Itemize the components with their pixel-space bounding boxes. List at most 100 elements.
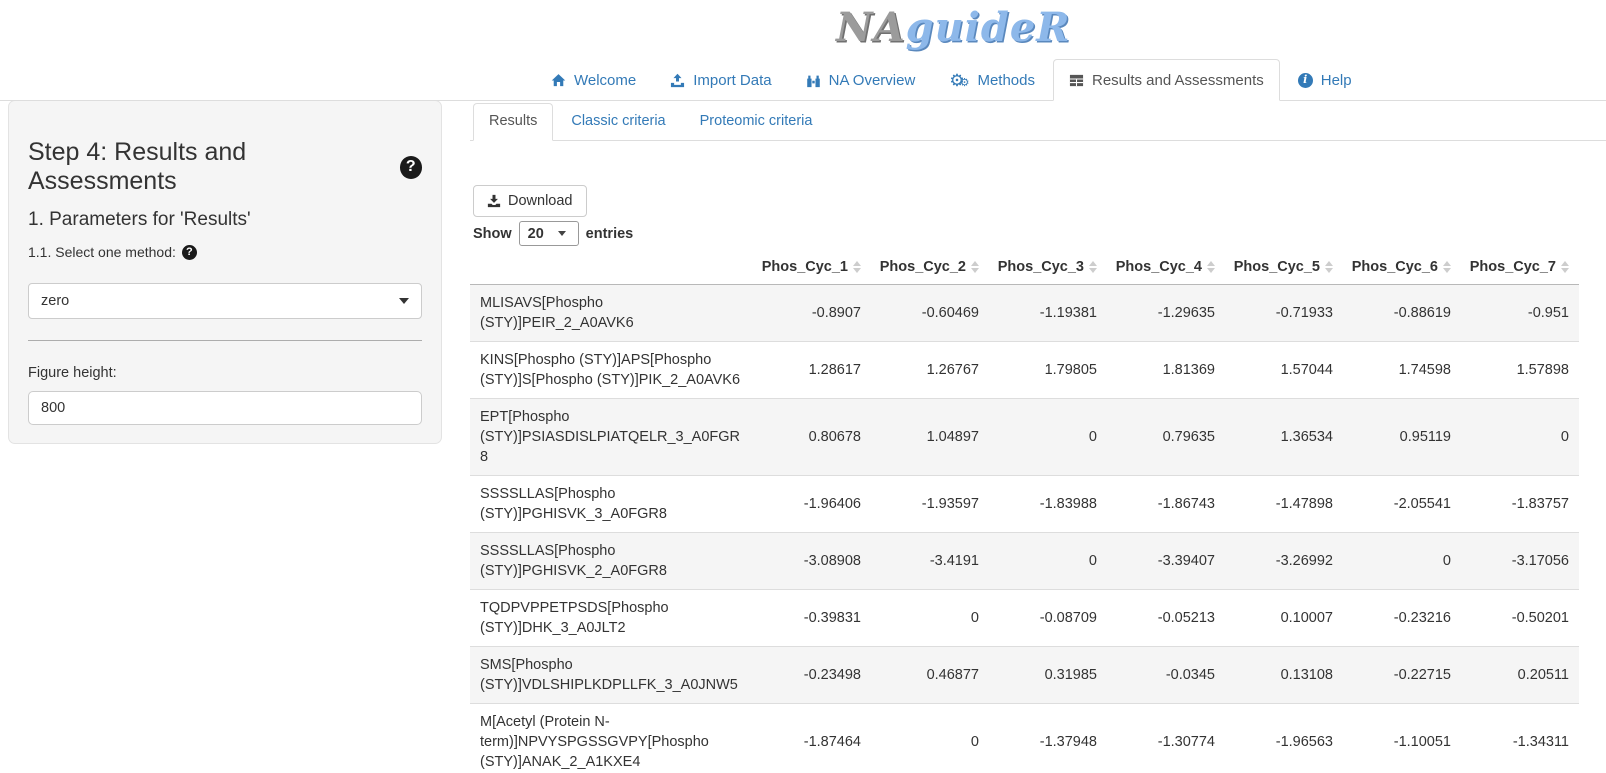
- table-row: SSSSLLAS[Phospho (STY)]PGHISVK_2_A0FGR8-…: [470, 533, 1579, 590]
- help-question-icon[interactable]: ?: [400, 156, 422, 179]
- results-subtabs: ResultsClassic criteriaProteomic criteri…: [473, 103, 830, 141]
- row-name-cell: TQDPVPPETPSDS[Phospho (STY)]DHK_3_A0JLT2: [470, 590, 753, 647]
- sort-icon: [1443, 261, 1451, 273]
- row-name-cell: MLISAVS[Phospho (STY)]PEIR_2_A0AVK6: [470, 285, 753, 342]
- value-cell: -0.88619: [1343, 285, 1461, 342]
- value-cell: -3.17056: [1461, 533, 1579, 590]
- sidebar-panel: Step 4: Results and Assessments ? 1. Par…: [8, 100, 442, 444]
- value-cell: 0: [989, 533, 1107, 590]
- column-header-label: Phos_Cyc_6: [1352, 259, 1438, 275]
- subtab-classic-criteria[interactable]: Classic criteria: [555, 103, 681, 141]
- value-cell: -1.96563: [1225, 704, 1343, 773]
- sort-icon: [1325, 261, 1333, 273]
- value-cell: 0.46877: [871, 647, 989, 704]
- value-cell: 0: [1461, 399, 1579, 476]
- sort-icon: [1207, 261, 1215, 273]
- column-header-Phos_Cyc_2[interactable]: Phos_Cyc_2: [871, 250, 989, 285]
- subtab-results[interactable]: Results: [473, 103, 553, 141]
- value-cell: 0.13108: [1225, 647, 1343, 704]
- value-cell: 0.79635: [1107, 399, 1225, 476]
- value-cell: -1.37948: [989, 704, 1107, 773]
- main-nav: Welcome Import Data NA Overview ⚙⚙ Methods Re…: [535, 59, 1370, 101]
- sort-icon: [1089, 261, 1097, 273]
- column-header-Phos_Cyc_5[interactable]: Phos_Cyc_5: [1225, 250, 1343, 285]
- value-cell: 0.20511: [1461, 647, 1579, 704]
- table-row: EPT[Phospho (STY)]PSIASDISLPIATQELR_3_A0…: [470, 399, 1579, 476]
- value-cell: 0: [1343, 533, 1461, 590]
- download-button-label: Download: [508, 193, 573, 209]
- value-cell: -0.08709: [989, 590, 1107, 647]
- nav-tab-label: NA Overview: [829, 72, 916, 89]
- table-row: TQDPVPPETPSDS[Phospho (STY)]DHK_3_A0JLT2…: [470, 590, 1579, 647]
- method-select[interactable]: zero: [28, 283, 422, 319]
- method-select-label: 1.1. Select one method: ?: [28, 244, 422, 260]
- value-cell: 1.57044: [1225, 342, 1343, 399]
- sort-icon: [971, 261, 979, 273]
- column-header-label: Phos_Cyc_7: [1470, 259, 1556, 275]
- info-icon: i: [1298, 73, 1313, 88]
- value-cell: -3.4191: [871, 533, 989, 590]
- value-cell: -3.39407: [1107, 533, 1225, 590]
- column-header-Phos_Cyc_4[interactable]: Phos_Cyc_4: [1107, 250, 1225, 285]
- nav-tab-methods[interactable]: ⚙⚙ Methods: [933, 59, 1051, 101]
- figure-height-value: 800: [41, 400, 65, 416]
- download-icon: [487, 194, 501, 208]
- table-row: MLISAVS[Phospho (STY)]PEIR_2_A0AVK6-0.89…: [470, 285, 1579, 342]
- figure-height-input[interactable]: 800: [28, 391, 422, 425]
- column-header-Phos_Cyc_1[interactable]: Phos_Cyc_1: [753, 250, 871, 285]
- nav-tab-results-and-assessments[interactable]: Results and Assessments: [1053, 59, 1280, 101]
- show-label: Show: [473, 226, 512, 242]
- value-cell: -1.83988: [989, 476, 1107, 533]
- value-cell: 0: [871, 590, 989, 647]
- column-header-Phos_Cyc_7[interactable]: Phos_Cyc_7: [1461, 250, 1579, 285]
- value-cell: -3.26992: [1225, 533, 1343, 590]
- value-cell: 1.26767: [871, 342, 989, 399]
- row-name-cell: M[Acetyl (Protein N-term)]NPVYSPGSSGVPY[…: [470, 704, 753, 773]
- nav-tab-label: Import Data: [693, 72, 771, 89]
- value-cell: -0.50201: [1461, 590, 1579, 647]
- value-cell: 1.28617: [753, 342, 871, 399]
- column-header-Phos_Cyc_6[interactable]: Phos_Cyc_6: [1343, 250, 1461, 285]
- value-cell: -0.05213: [1107, 590, 1225, 647]
- value-cell: -0.23216: [1343, 590, 1461, 647]
- nav-tab-import-data[interactable]: Import Data: [654, 59, 787, 101]
- column-header-label: Phos_Cyc_5: [1234, 259, 1320, 275]
- value-cell: -0.0345: [1107, 647, 1225, 704]
- value-cell: -0.39831: [753, 590, 871, 647]
- results-table-body: MLISAVS[Phospho (STY)]PEIR_2_A0AVK6-0.89…: [470, 285, 1579, 773]
- column-header-label: Phos_Cyc_2: [880, 259, 966, 275]
- table-header-row: Phos_Cyc_1 Phos_Cyc_2 Phos_Cyc_3Phos_Cyc_4…: [470, 250, 1579, 285]
- value-cell: -1.19381: [989, 285, 1107, 342]
- table-row: SSSSLLAS[Phospho (STY)]PGHISVK_3_A0FGR8-…: [470, 476, 1579, 533]
- row-name-cell: EPT[Phospho (STY)]PSIASDISLPIATQELR_3_A0…: [470, 399, 753, 476]
- gears-icon: ⚙⚙: [949, 72, 969, 89]
- value-cell: -1.47898: [1225, 476, 1343, 533]
- row-name-cell: SMS[Phospho (STY)]VDLSHIPLKDPLLFK_3_A0JN…: [470, 647, 753, 704]
- method-question-icon[interactable]: ?: [182, 245, 197, 260]
- value-cell: 0: [989, 399, 1107, 476]
- value-cell: 1.57898: [1461, 342, 1579, 399]
- page-length-value: 20: [528, 226, 544, 242]
- table-icon: [1069, 73, 1084, 88]
- page-length-select[interactable]: 20: [519, 221, 579, 246]
- value-cell: -1.29635: [1107, 285, 1225, 342]
- nav-tab-welcome[interactable]: Welcome: [535, 59, 652, 101]
- nav-tab-label: Methods: [977, 72, 1035, 89]
- nav-tab-label: Welcome: [574, 72, 636, 89]
- value-cell: 0: [871, 704, 989, 773]
- download-button[interactable]: Download: [473, 185, 587, 217]
- subtab-proteomic-criteria[interactable]: Proteomic criteria: [684, 103, 829, 141]
- value-cell: 0.10007: [1225, 590, 1343, 647]
- value-cell: -1.86743: [1107, 476, 1225, 533]
- step-title-text: Step 4: Results and Assessments: [28, 138, 391, 196]
- value-cell: 0.95119: [1343, 399, 1461, 476]
- table-row: KINS[Phospho (STY)]APS[Phospho (STY)]S[P…: [470, 342, 1579, 399]
- value-cell: -0.71933: [1225, 285, 1343, 342]
- parameters-section-title: 1. Parameters for 'Results': [28, 209, 422, 231]
- nav-tab-help[interactable]: iHelp: [1282, 59, 1368, 101]
- value-cell: 1.79805: [989, 342, 1107, 399]
- nav-tab-na-overview[interactable]: NA Overview: [790, 59, 932, 101]
- column-header-Phos_Cyc_3[interactable]: Phos_Cyc_3: [989, 250, 1107, 285]
- value-cell: 1.74598: [1343, 342, 1461, 399]
- table-length-control: Show 20 entries: [473, 221, 633, 246]
